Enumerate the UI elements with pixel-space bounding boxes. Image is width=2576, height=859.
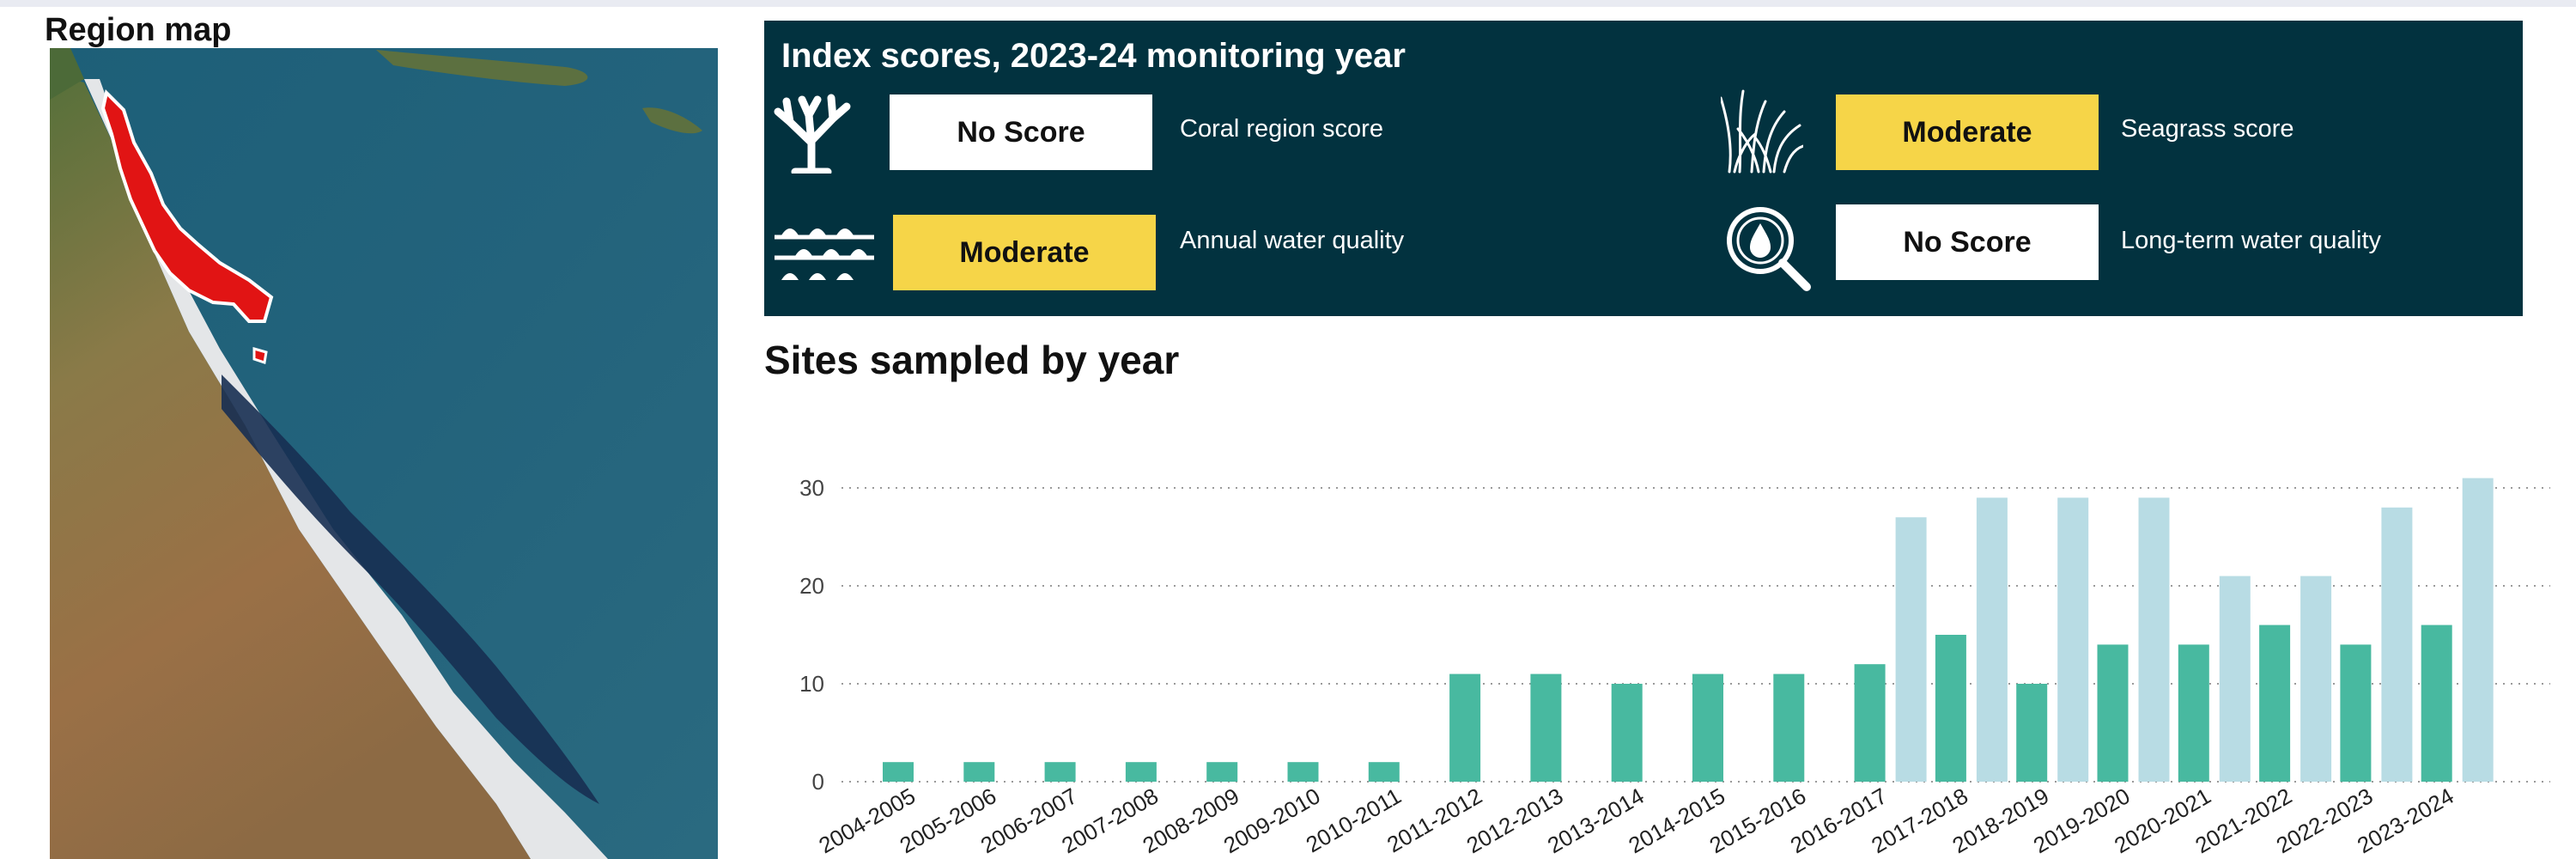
bar xyxy=(1854,664,1886,782)
y-tick-label: 0 xyxy=(812,769,824,795)
bar xyxy=(2219,576,2251,782)
map-title: Region map xyxy=(45,12,232,48)
chart-title: Sites sampled by year xyxy=(764,338,1180,382)
coral-score-badge: No Score xyxy=(890,94,1152,170)
coral-score-label: Coral region score xyxy=(1180,115,1383,143)
bar xyxy=(2300,576,2332,782)
bar xyxy=(1935,635,1966,782)
bar xyxy=(2178,644,2209,782)
annual-water-quality-value: Moderate xyxy=(959,235,1090,269)
bar xyxy=(2340,644,2372,782)
coral-icon xyxy=(774,94,851,174)
long-term-water-quality-label: Long-term water quality xyxy=(2121,227,2382,254)
bar xyxy=(2138,497,2170,782)
region-map[interactable] xyxy=(50,48,718,859)
index-scores-panel: Index scores, 2023-24 monitoring year No… xyxy=(764,21,2523,316)
bar xyxy=(1773,673,1805,782)
bar xyxy=(1287,762,1319,782)
y-tick-label: 30 xyxy=(799,475,824,501)
bar xyxy=(1449,673,1481,782)
seagrass-score-badge: Moderate xyxy=(1836,94,2099,170)
annual-water-quality-label: Annual water quality xyxy=(1180,227,1405,254)
bar xyxy=(1044,762,1076,782)
bar xyxy=(2462,478,2494,782)
sites-sampled-chart-svg: 01020302004-20052005-20062006-20072007-2… xyxy=(799,475,2550,858)
water-drop-magnifier-icon xyxy=(1727,207,1811,291)
bar xyxy=(963,762,995,782)
seagrass-icon xyxy=(1721,89,1803,174)
long-term-water-quality-badge: No Score xyxy=(1836,204,2099,280)
water-waves-icon xyxy=(775,228,874,280)
bar xyxy=(2259,624,2291,782)
seagrass-score-label: Seagrass score xyxy=(2121,115,2294,143)
sites-sampled-chart: 0 10 20 30 2004-2005 2005-2006 2006-2007 2007-2… xyxy=(764,412,2576,859)
region-map-image xyxy=(50,48,718,859)
y-tick-label: 10 xyxy=(799,671,824,697)
bar xyxy=(2421,624,2452,782)
bar xyxy=(1530,673,1562,782)
annual-water-quality-badge: Moderate xyxy=(893,215,1156,290)
seagrass-score-value: Moderate xyxy=(1902,115,2032,149)
bar xyxy=(2057,497,2089,782)
bar xyxy=(1611,684,1643,782)
bar xyxy=(1692,673,1723,782)
y-tick-label: 20 xyxy=(799,573,824,599)
bar xyxy=(1368,762,1400,782)
bar xyxy=(2097,644,2129,782)
bar xyxy=(1895,517,1927,782)
coral-score-value: No Score xyxy=(957,115,1085,149)
bar xyxy=(1976,497,2008,782)
bar xyxy=(2381,507,2413,782)
bar xyxy=(883,762,914,782)
bar xyxy=(1125,762,1157,782)
index-scores-title: Index scores, 2023-24 monitoring year xyxy=(781,37,1406,75)
bar xyxy=(2016,684,2048,782)
bar xyxy=(1206,762,1238,782)
top-rule xyxy=(0,0,2576,7)
long-term-water-quality-value: No Score xyxy=(1903,225,2032,259)
